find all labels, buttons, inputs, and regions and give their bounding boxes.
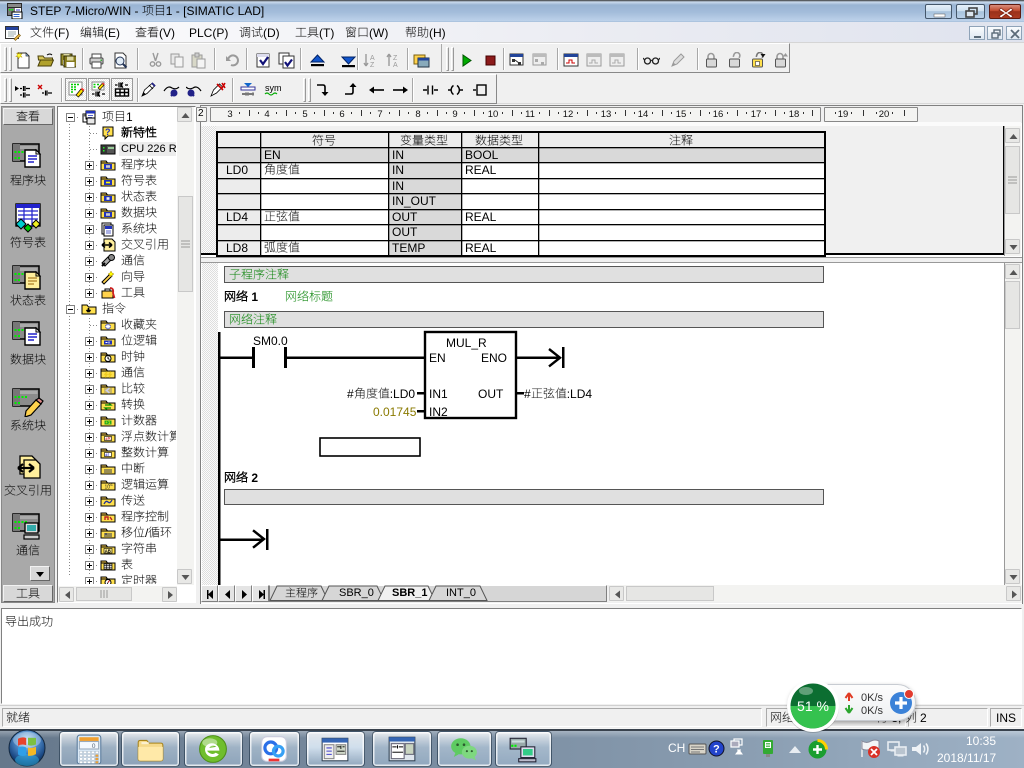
svg-text:0K/s: 0K/s [861, 705, 884, 717]
svg-text:0K/s: 0K/s [861, 692, 884, 704]
svg-text:51 %: 51 % [797, 698, 829, 714]
svg-text:?: ? [713, 744, 720, 756]
svg-text:0: 0 [92, 743, 96, 750]
